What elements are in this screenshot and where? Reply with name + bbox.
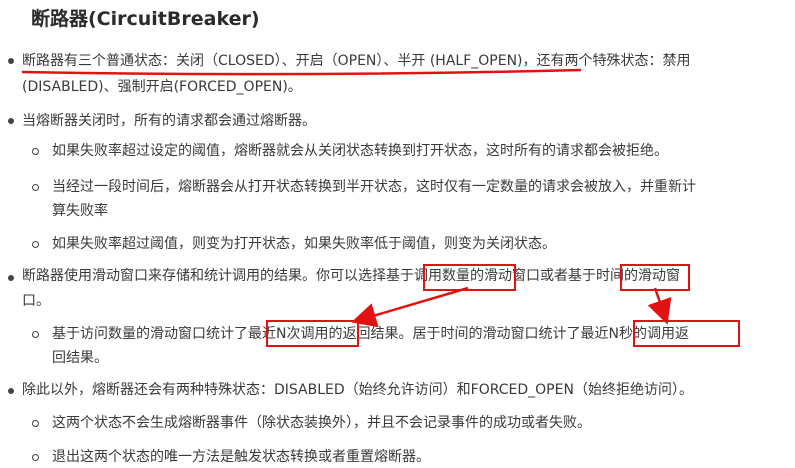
sub-item-exit-method: 退出这两个状态的唯一方法是触发状态转换或者重置熔断器。	[52, 449, 430, 465]
sub-bullet-circle	[32, 454, 39, 461]
sub-bullet-circle	[32, 148, 39, 155]
sub-bullet-circle	[32, 420, 39, 427]
sub-item-no-events: 这两个状态不会生成熔断器事件（除状态装换外），并且不会记录事件的成功或者失败。	[52, 415, 591, 431]
bullet-dot	[8, 58, 14, 64]
sub-item-half-open-line-1: 当经过一段时间后，熔断器会从打开状态转换到半开状态，这时仅有一定数量的请求会被放…	[52, 179, 696, 195]
states-line-2: (DISABLED)、强制开启(FORCED_OPEN)。	[22, 79, 302, 95]
arrow-time-based	[647, 287, 672, 325]
sub-bullet-circle	[32, 241, 39, 248]
sub-item-transition: 如果失败率超过阈值，则变为打开状态，如果失败率低于阈值，则变为关闭状态。	[52, 236, 556, 252]
highlight-box-time-based	[620, 264, 690, 291]
highlight-box-last-n-calls	[266, 320, 359, 347]
special-states-text: 除此以外，熔断器还会有两种特殊状态：DISABLED（始终允许访问）和FORCE…	[22, 382, 693, 398]
closed-state-text: 当熔断器关闭时，所有的请求都会通过熔断器。	[22, 113, 316, 129]
bullet-dot	[8, 388, 14, 394]
sub-item-window-types-line-2: 回结果。	[52, 350, 108, 366]
highlight-box-count-based	[423, 264, 516, 291]
sliding-window-line-1: 断路器使用滑动窗口来存储和统计调用的结果。你可以选择基于调用数量的滑动窗口或者基…	[22, 268, 680, 284]
sub-bullet-circle	[32, 331, 39, 338]
bullet-dot	[8, 118, 14, 124]
states-line-1: 断路器有三个普通状态：关闭（CLOSED）、开启（OPEN）、半开 (HALF_…	[22, 53, 691, 69]
sub-item-window-types-line-1: 基于访问数量的滑动窗口统计了最近N次调用的返回结果。居于时间的滑动窗口统计了最近…	[52, 326, 689, 342]
section-title: 断路器(CircuitBreaker)	[31, 8, 260, 30]
sub-bullet-circle	[32, 184, 39, 191]
arrow-count-based	[351, 286, 469, 328]
sliding-window-line-2: 口。	[22, 293, 50, 309]
highlight-box-last-n-seconds	[633, 320, 740, 347]
sub-item-half-open-line-2: 算失败率	[52, 203, 108, 219]
bullet-dot	[8, 275, 14, 281]
sub-item-threshold: 如果失败率超过设定的阈值，熔断器就会从关闭状态转换到打开状态，这时所有的请求都会…	[52, 143, 668, 159]
